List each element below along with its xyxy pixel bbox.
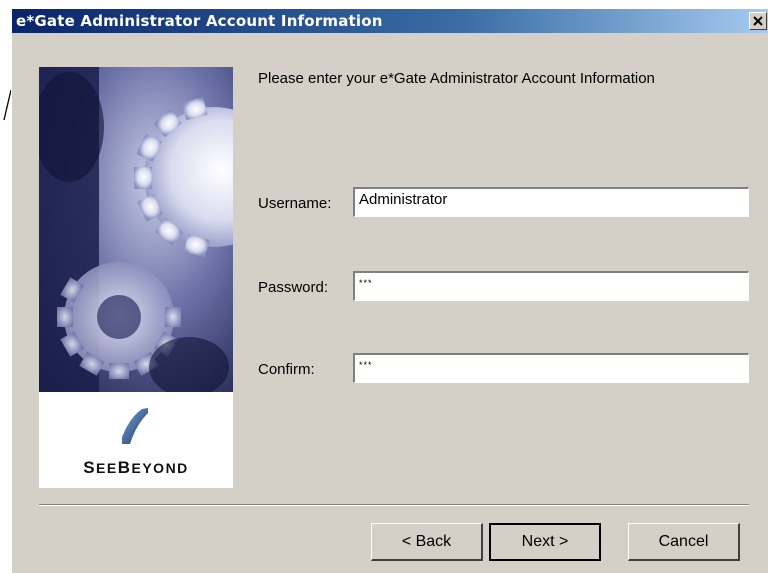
- back-button[interactable]: < Back: [371, 523, 483, 561]
- title-bar[interactable]: e*Gate Administrator Account Information: [12, 9, 768, 33]
- confirm-label: Confirm:: [258, 361, 315, 378]
- close-button[interactable]: [749, 12, 767, 30]
- username-field[interactable]: Administrator: [353, 187, 749, 217]
- confirm-password-field[interactable]: ***: [353, 353, 749, 383]
- account-dialog: e*Gate Administrator Account Information: [11, 8, 768, 573]
- password-label: Password:: [258, 279, 329, 296]
- logo-area: SEEBEYOND: [39, 392, 233, 488]
- side-panel: SEEBEYOND: [39, 67, 233, 488]
- separator: [39, 504, 749, 506]
- username-label: Username:: [258, 195, 332, 212]
- seebeyond-logo-icon: [122, 408, 148, 444]
- instruction-text: Please enter your e*Gate Administrator A…: [258, 70, 655, 87]
- next-button[interactable]: Next >: [489, 523, 601, 561]
- password-field[interactable]: ***: [353, 271, 749, 301]
- close-icon: [753, 16, 763, 26]
- seebeyond-logo-text: SEEBEYOND: [83, 458, 189, 477]
- window-title: e*Gate Administrator Account Information: [16, 12, 383, 30]
- gears-artwork: [39, 67, 233, 392]
- cancel-button[interactable]: Cancel: [628, 523, 740, 561]
